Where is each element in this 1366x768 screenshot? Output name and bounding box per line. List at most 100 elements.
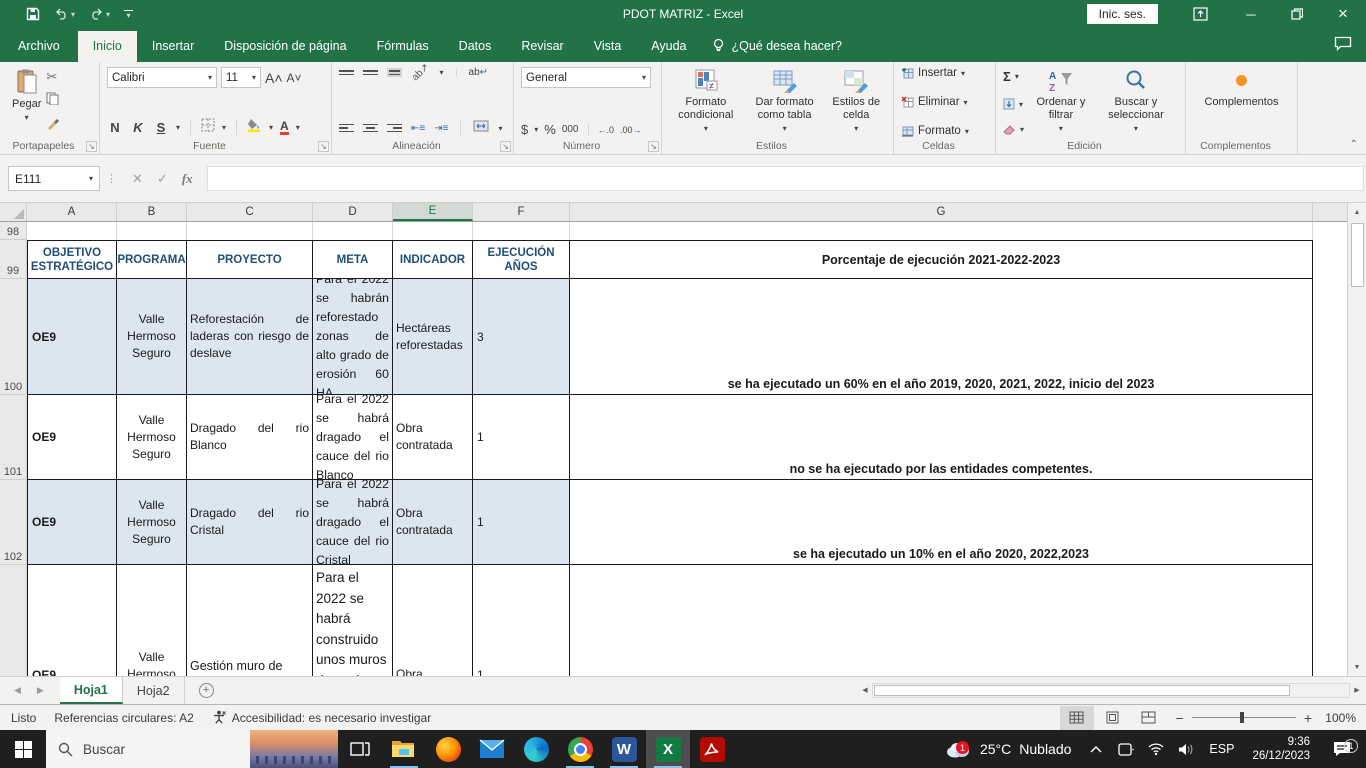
decrease-decimal-icon[interactable]: .00→ xyxy=(620,125,642,135)
tab-vista[interactable]: Vista xyxy=(579,31,637,62)
column-header-e[interactable]: E xyxy=(393,203,473,221)
cancel-icon[interactable]: ✕ xyxy=(132,171,143,187)
sheet-tab-hoja2[interactable]: Hoja2 xyxy=(123,677,185,704)
cell-e103[interactable]: Obra xyxy=(393,565,473,676)
collapse-ribbon-icon[interactable]: ⌃ xyxy=(1350,139,1358,150)
delete-cells-button[interactable]: Eliminar▾ xyxy=(901,96,988,108)
format-cells-button[interactable]: Formato▾ xyxy=(901,125,988,137)
zoom-slider[interactable]: − + xyxy=(1176,710,1312,726)
language-indicator[interactable]: ESP xyxy=(1203,742,1240,756)
shrink-font-icon[interactable]: A˅ xyxy=(287,71,302,85)
tablet-mode-icon[interactable] xyxy=(1113,743,1139,756)
underline-button[interactable]: S xyxy=(153,120,169,135)
word-button[interactable]: W xyxy=(602,730,646,768)
cell-a99[interactable]: OBJETIVO ESTRATÉGICO xyxy=(27,240,117,279)
cell-g99[interactable]: Porcentaje de ejecución 2021-2022-2023 xyxy=(570,240,1313,279)
percent-icon[interactable]: % xyxy=(544,122,556,137)
merge-dropdown-icon[interactable]: ▾ xyxy=(498,124,502,133)
zoom-thumb[interactable] xyxy=(1240,712,1244,723)
cell-b99[interactable]: PROGRAMA xyxy=(117,240,187,279)
cell-f101[interactable]: 1 xyxy=(473,395,570,480)
column-header-b[interactable]: B xyxy=(117,203,187,221)
formula-bar-splitter[interactable]: ⋮ xyxy=(106,172,118,185)
weather-widget[interactable]: 1 25°C Nublado xyxy=(936,739,1079,759)
cell-c102[interactable]: Dragado del rio Cristal xyxy=(187,480,313,565)
cell[interactable] xyxy=(393,222,473,240)
conditional-formatting-button[interactable]: ≠ Formato condicional ▾ xyxy=(669,67,743,137)
font-color-icon[interactable]: A xyxy=(280,121,289,135)
cell-f100[interactable]: 3 xyxy=(473,279,570,395)
file-explorer-button[interactable] xyxy=(382,730,426,768)
horizontal-scroll-thumb[interactable] xyxy=(874,685,1290,696)
comments-icon[interactable] xyxy=(1334,36,1352,56)
cell[interactable] xyxy=(473,222,570,240)
firefox-button[interactable] xyxy=(426,730,470,768)
sheet-nav-prev-icon[interactable]: ◀ xyxy=(14,685,21,696)
dialog-launcher-icon[interactable]: ↘ xyxy=(86,141,97,152)
edge-button[interactable] xyxy=(514,730,558,768)
align-left-icon[interactable] xyxy=(339,124,354,133)
currency-icon[interactable]: $ xyxy=(521,122,528,137)
select-all-button[interactable] xyxy=(0,203,27,221)
cell-d103[interactable]: Para el 2022 se habrá construido unos mu… xyxy=(313,565,393,676)
italic-button[interactable]: K xyxy=(130,120,146,135)
find-select-button[interactable]: Buscar y seleccionar ▾ xyxy=(1094,67,1178,137)
minimize-button[interactable]: ─ xyxy=(1228,0,1274,28)
fill-color-dropdown-icon[interactable]: ▾ xyxy=(269,123,273,132)
tab-insertar[interactable]: Insertar xyxy=(137,31,209,62)
cell[interactable] xyxy=(27,222,117,240)
tab-ayuda[interactable]: Ayuda xyxy=(636,31,701,62)
sort-filter-button[interactable]: AZ Ordenar y filtrar ▾ xyxy=(1028,67,1094,137)
acrobat-button[interactable] xyxy=(690,730,734,768)
cell[interactable] xyxy=(570,222,1313,240)
horizontal-scrollbar[interactable]: ◀ ▶ xyxy=(858,681,1364,699)
cell-c103[interactable]: Gestión muro de gaviones rio Cristal xyxy=(187,565,313,676)
zoom-out-icon[interactable]: − xyxy=(1176,710,1184,726)
cell-b102[interactable]: Valle Hermoso Seguro xyxy=(117,480,187,565)
row-header-100[interactable]: 100 xyxy=(0,279,27,395)
undo-dropdown-icon[interactable]: ▾ xyxy=(71,10,75,19)
wifi-icon[interactable] xyxy=(1143,743,1169,755)
circular-references-status[interactable]: Referencias circulares: A2 xyxy=(45,711,202,725)
orientation-icon[interactable]: ab↗ xyxy=(410,62,432,84)
row-header-99[interactable]: 99 xyxy=(0,240,27,279)
cell-f99[interactable]: EJECUCIÓN AÑOS xyxy=(473,240,570,279)
cell-b103[interactable]: Valle Hermoso Seguro xyxy=(117,565,187,676)
sheet-tab-hoja1[interactable]: Hoja1 xyxy=(60,677,123,704)
align-middle-icon[interactable] xyxy=(363,70,378,75)
scroll-up-icon[interactable]: ▲ xyxy=(1348,203,1366,221)
zoom-in-icon[interactable]: + xyxy=(1304,710,1312,726)
column-header-g[interactable]: G xyxy=(570,203,1313,221)
taskbar-search-box[interactable]: Buscar xyxy=(46,730,338,768)
new-sheet-button[interactable]: + xyxy=(199,677,214,704)
font-size-box[interactable]: 11▾ xyxy=(221,67,261,88)
vertical-scrollbar[interactable]: ▲ ▼ xyxy=(1347,203,1366,676)
row-header-98[interactable]: 98 xyxy=(0,222,27,240)
cell[interactable] xyxy=(117,222,187,240)
page-layout-view-button[interactable] xyxy=(1096,706,1130,730)
tab-revisar[interactable]: Revisar xyxy=(506,31,578,62)
cell-c99[interactable]: PROYECTO xyxy=(187,240,313,279)
addins-button[interactable]: Complementos xyxy=(1200,67,1284,137)
cell-e100[interactable]: Hectáreas reforestadas xyxy=(393,279,473,395)
cell-d101[interactable]: Para el 2022 se habrá dragado el cauce d… xyxy=(313,395,393,480)
mail-button[interactable] xyxy=(470,730,514,768)
currency-dropdown-icon[interactable]: ▾ xyxy=(534,125,538,134)
increase-indent-icon[interactable]: ⇥≡ xyxy=(434,123,448,134)
cell-d102[interactable]: Para el 2022 se habrá dragado el cauce d… xyxy=(313,480,393,565)
font-name-box[interactable]: Calibri▾ xyxy=(107,67,217,88)
underline-dropdown-icon[interactable]: ▾ xyxy=(176,123,180,132)
search-box-image[interactable] xyxy=(250,730,338,768)
sheet-nav-next-icon[interactable]: ▶ xyxy=(37,685,44,696)
enter-icon[interactable]: ✓ xyxy=(157,171,168,187)
column-header-d[interactable]: D xyxy=(313,203,393,221)
excel-button[interactable]: X xyxy=(646,730,690,768)
align-bottom-icon[interactable] xyxy=(387,68,402,77)
cell-f103[interactable]: 1 xyxy=(473,565,570,676)
insert-cells-button[interactable]: Insertar▾ xyxy=(901,67,988,79)
start-button[interactable] xyxy=(0,730,46,768)
cell-d99[interactable]: META xyxy=(313,240,393,279)
cell-e102[interactable]: Obra contratada xyxy=(393,480,473,565)
dialog-launcher-icon[interactable]: ↘ xyxy=(500,141,511,152)
formula-input[interactable] xyxy=(207,166,1364,191)
